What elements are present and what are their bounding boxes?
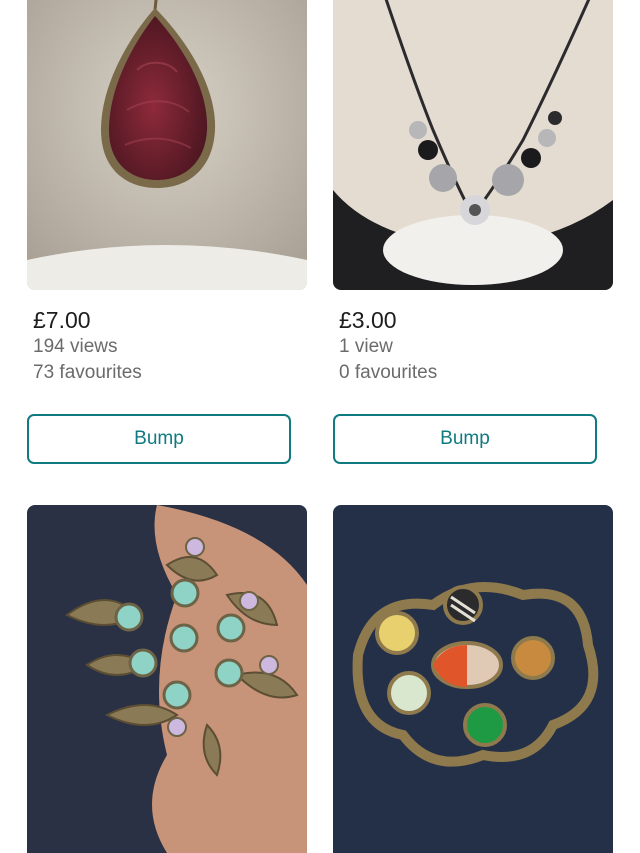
item-views: 1 view (339, 336, 393, 357)
item-favourites: 73 favourites (33, 362, 142, 383)
item-views: 194 views (33, 336, 118, 357)
listing-photo[interactable] (333, 0, 613, 290)
listing-card[interactable]: £3.00 1 view 0 favourites Bump (333, 0, 613, 464)
listing-photo[interactable] (27, 505, 307, 853)
listing-photo[interactable] (333, 505, 613, 853)
listing-photo[interactable] (27, 0, 307, 290)
item-price: £7.00 (33, 307, 91, 333)
listing-card[interactable] (27, 505, 307, 853)
bump-button[interactable]: Bump (333, 414, 597, 464)
listing-card[interactable] (333, 505, 613, 853)
item-price: £3.00 (339, 307, 397, 333)
item-grid: £7.00 194 views 73 favourites Bump £3.00… (0, 0, 640, 853)
item-favourites: 0 favourites (339, 362, 438, 383)
listing-card[interactable]: £7.00 194 views 73 favourites Bump (27, 0, 307, 464)
bump-button[interactable]: Bump (27, 414, 291, 464)
